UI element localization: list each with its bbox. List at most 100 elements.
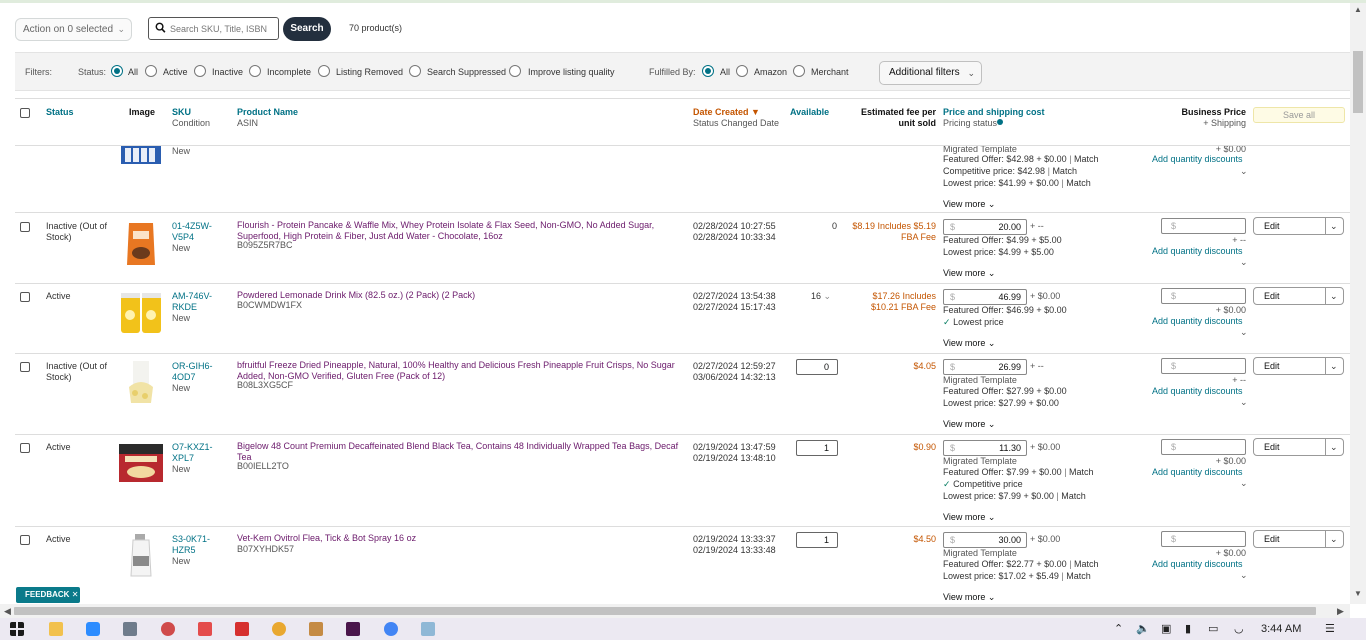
status-quality-radio[interactable] xyxy=(509,65,521,77)
product-image[interactable] xyxy=(119,289,163,337)
col-product-name[interactable]: Product Name xyxy=(237,107,298,118)
chevron-down-icon[interactable]: ⌄ xyxy=(1240,478,1248,489)
product-image[interactable] xyxy=(119,440,163,488)
view-more-link[interactable]: View more ⌄ xyxy=(943,419,995,430)
available-quantity-input[interactable]: 0 xyxy=(796,359,838,375)
status-active-radio[interactable] xyxy=(145,65,157,77)
chevron-down-icon[interactable]: ⌄ xyxy=(1240,570,1248,581)
battery-icon[interactable]: ▭ xyxy=(1208,622,1218,635)
price-input[interactable]: $11.30 xyxy=(943,440,1027,456)
edit-button[interactable]: Edit ⌄ xyxy=(1253,217,1344,235)
match-button[interactable]: Match xyxy=(1074,154,1099,164)
scroll-right-arrow-icon[interactable]: ▶ xyxy=(1337,606,1344,617)
product-name-link[interactable]: Powdered Lemonade Drink Mix (82.5 oz.) (… xyxy=(237,290,689,301)
speaker-icon[interactable]: 🔈 xyxy=(1136,622,1150,635)
fulfilled-amazon-radio[interactable] xyxy=(736,65,748,77)
status-suppressed-radio[interactable] xyxy=(409,65,421,77)
chevron-down-icon[interactable]: ⌄ xyxy=(1240,397,1248,408)
chevron-down-icon[interactable]: ⌄ xyxy=(1330,358,1338,374)
col-status[interactable]: Status xyxy=(46,107,74,118)
product-image[interactable] xyxy=(119,359,163,407)
row-checkbox[interactable] xyxy=(20,535,30,545)
sku-link[interactable]: OR-GIH6-4OD7 xyxy=(172,361,222,383)
product-name-link[interactable]: Vet-Kem Ovitrol Flea, Tick & Bot Spray 1… xyxy=(237,533,689,544)
status-inactive-radio[interactable] xyxy=(194,65,206,77)
search-button[interactable]: Search xyxy=(283,17,331,41)
select-all-checkbox[interactable] xyxy=(20,108,30,118)
product-name-link[interactable]: bfruitful Freeze Dried Pineapple, Natura… xyxy=(237,360,689,382)
feedback-button[interactable]: FEEDBACK ✕ xyxy=(16,587,80,603)
add-quantity-discounts-link[interactable]: Add quantity discounts xyxy=(1152,246,1243,257)
edit-button[interactable]: Edit ⌄ xyxy=(1253,438,1344,456)
add-quantity-discounts-link[interactable]: Add quantity discounts xyxy=(1152,316,1243,327)
vertical-scroll-thumb[interactable] xyxy=(1353,51,1363,113)
view-more-link[interactable]: View more ⌄ xyxy=(943,512,995,523)
row-checkbox[interactable] xyxy=(20,292,30,302)
chrome-icon[interactable] xyxy=(384,622,398,636)
info-icon[interactable] xyxy=(997,119,1004,125)
col-price-shipping[interactable]: Price and shipping cost xyxy=(943,107,1045,118)
add-quantity-discounts-link[interactable]: Add quantity discounts xyxy=(1152,386,1243,397)
add-quantity-discounts-link[interactable]: Add quantity discounts xyxy=(1152,154,1243,165)
view-more-link[interactable]: View more ⌄ xyxy=(943,268,995,279)
available-quantity-input[interactable]: 1 xyxy=(796,532,838,548)
status-active-label[interactable]: Active xyxy=(163,67,188,77)
product-image[interactable] xyxy=(119,532,163,580)
status-inactive-label[interactable]: Inactive xyxy=(212,67,243,77)
product-image[interactable] xyxy=(119,219,163,267)
sku-link[interactable]: O7-KXZ1-XPL7 xyxy=(172,442,222,464)
add-quantity-discounts-link[interactable]: Add quantity discounts xyxy=(1152,467,1243,478)
add-quantity-discounts-link[interactable]: Add quantity discounts xyxy=(1152,559,1243,570)
view-more-link[interactable]: View more ⌄ xyxy=(943,199,995,210)
view-more-link[interactable]: View more ⌄ xyxy=(943,338,995,349)
chevron-down-icon[interactable]: ⌄ xyxy=(1330,439,1338,455)
search-box[interactable] xyxy=(148,17,279,40)
chevron-down-icon[interactable]: ⌄ xyxy=(1330,288,1338,304)
view-more-link[interactable]: View more ⌄ xyxy=(943,592,995,603)
available-qty[interactable]: 16 ⌄ xyxy=(811,291,831,302)
fulfilled-all-label[interactable]: All xyxy=(720,67,730,77)
business-price-input[interactable]: $ xyxy=(1161,439,1246,455)
price-input[interactable]: $20.00 xyxy=(943,219,1027,235)
available-quantity-input[interactable]: 1 xyxy=(796,440,838,456)
match-button[interactable]: Match xyxy=(1074,559,1099,569)
status-quality-label[interactable]: Improve listing quality xyxy=(528,67,615,77)
bulk-action-dropdown[interactable]: Action on 0 selected ⌄ xyxy=(15,18,132,41)
calculator-icon[interactable] xyxy=(123,622,137,636)
status-incomplete-label[interactable]: Incomplete xyxy=(267,67,311,77)
horizontal-scrollbar[interactable]: ◀ ▶ xyxy=(0,604,1350,618)
additional-filters-button[interactable]: Additional filters ⌄ xyxy=(879,61,982,85)
windows-start-icon[interactable] xyxy=(10,622,24,636)
chrome-icon[interactable] xyxy=(272,622,286,636)
chevron-down-icon[interactable]: ⌄ xyxy=(1330,531,1338,547)
chevron-down-icon[interactable]: ⌄ xyxy=(1240,257,1248,268)
chevron-down-icon[interactable]: ⌄ xyxy=(1240,327,1248,338)
fulfilled-amazon-label[interactable]: Amazon xyxy=(754,67,787,77)
app-icon[interactable] xyxy=(309,622,323,636)
search-input[interactable] xyxy=(170,21,275,36)
match-button[interactable]: Match xyxy=(1069,467,1094,477)
status-removed-radio[interactable] xyxy=(318,65,330,77)
zoom-icon[interactable] xyxy=(86,622,100,636)
business-price-input[interactable]: $ xyxy=(1161,288,1246,304)
status-all-label[interactable]: All xyxy=(128,67,138,77)
business-price-input[interactable]: $ xyxy=(1161,531,1246,547)
status-removed-label[interactable]: Listing Removed xyxy=(336,67,403,77)
col-available[interactable]: Available xyxy=(790,107,829,118)
status-incomplete-radio[interactable] xyxy=(249,65,261,77)
chevron-up-icon[interactable]: ⌃ xyxy=(1114,622,1123,635)
wifi-icon[interactable]: ◡ xyxy=(1234,622,1244,635)
price-input[interactable]: $30.00 xyxy=(943,532,1027,548)
row-checkbox[interactable] xyxy=(20,443,30,453)
business-price-input[interactable]: $ xyxy=(1161,218,1246,234)
chevron-down-icon[interactable]: ⌄ xyxy=(1240,166,1248,177)
close-icon[interactable]: ✕ xyxy=(72,590,79,599)
edit-button[interactable]: Edit ⌄ xyxy=(1253,287,1344,305)
sku-link[interactable]: AM-746V-RKDE xyxy=(172,291,222,313)
scroll-up-arrow-icon[interactable]: ▲ xyxy=(1354,5,1362,14)
snipping-tool-icon[interactable] xyxy=(161,622,175,636)
status-suppressed-label[interactable]: Search Suppressed xyxy=(427,67,506,77)
camera-icon[interactable]: ▣ xyxy=(1161,622,1171,635)
match-button[interactable]: Match xyxy=(1066,571,1091,581)
match-button[interactable]: Match xyxy=(1066,178,1091,188)
